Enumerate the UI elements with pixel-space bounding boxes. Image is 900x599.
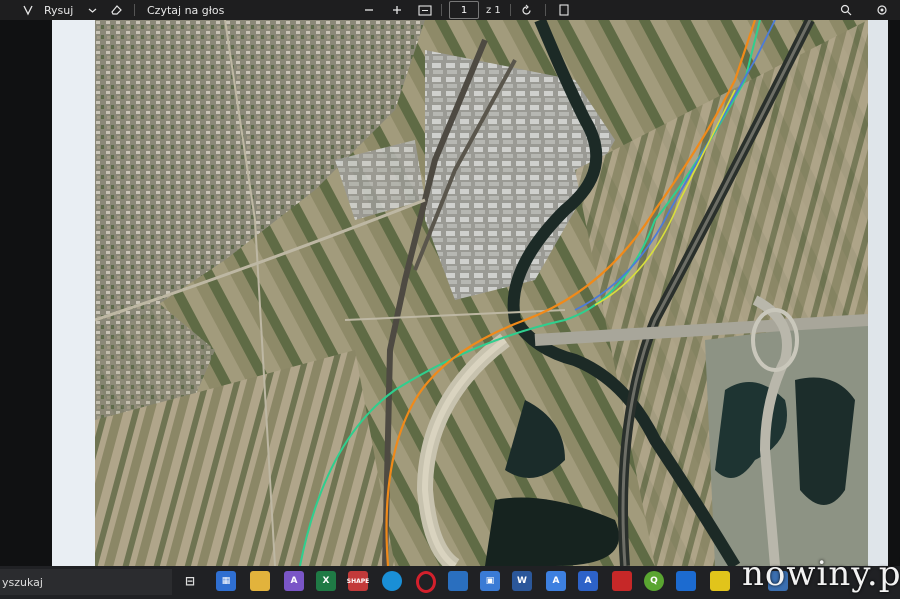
word-icon[interactable]: W xyxy=(512,571,532,591)
rotate-icon xyxy=(522,4,531,15)
app-e-icon[interactable] xyxy=(710,571,730,591)
aerial-map xyxy=(95,20,868,566)
page-number-input[interactable]: 1 xyxy=(449,1,479,19)
shape-label: SHAPE xyxy=(346,577,370,585)
watermark-logo: nowiny.pl xyxy=(742,554,900,594)
fit-page-button[interactable] xyxy=(418,0,432,20)
excel-icon[interactable]: X xyxy=(316,571,336,591)
app-d-icon[interactable] xyxy=(676,571,696,591)
read-aloud-button[interactable]: Czytaj na głos xyxy=(147,0,224,20)
aerial-map-image xyxy=(95,20,868,566)
eraser-icon xyxy=(111,5,122,15)
settings-icon xyxy=(877,5,887,15)
search-icon xyxy=(840,4,852,16)
draw-icon xyxy=(23,5,33,16)
task-view-icon[interactable]: ⊟ xyxy=(180,571,200,591)
erase-button[interactable] xyxy=(110,0,123,20)
two-page-icon xyxy=(559,4,569,16)
draw-button[interactable]: Rysuj xyxy=(22,0,73,20)
app-c-icon[interactable] xyxy=(612,571,632,591)
font-a-icon[interactable]: A xyxy=(546,571,566,591)
zoom-out-button[interactable] xyxy=(364,0,374,20)
app-a-icon[interactable]: A xyxy=(284,571,304,591)
zoom-in-button[interactable] xyxy=(392,0,402,20)
pdf-toolbar: Rysuj Czytaj na głos 1 z 1 xyxy=(0,0,900,20)
draw-options-button[interactable] xyxy=(88,0,97,20)
edge-icon[interactable] xyxy=(382,571,402,591)
font-a2-icon[interactable]: A xyxy=(578,571,598,591)
save-icon[interactable]: ▣ xyxy=(480,571,500,591)
minus-icon xyxy=(365,9,373,11)
plus-icon xyxy=(393,6,401,14)
page-current: 1 xyxy=(460,4,468,16)
page-view-button[interactable] xyxy=(558,0,570,20)
read-aloud-label: Czytaj na głos xyxy=(147,3,225,17)
opera-icon[interactable] xyxy=(416,571,436,593)
page-margin-right xyxy=(868,20,888,566)
qgis-icon[interactable]: Q xyxy=(644,571,664,591)
draw-label: Rysuj xyxy=(44,3,74,17)
page-margin xyxy=(52,20,98,566)
taskbar-search-label: yszukaj xyxy=(2,575,43,589)
file-explorer-icon[interactable] xyxy=(250,571,270,591)
taskbar-search[interactable]: yszukaj xyxy=(0,569,172,595)
settings-button[interactable] xyxy=(876,0,888,20)
fit-page-icon xyxy=(418,4,432,16)
page-total: z 1 xyxy=(486,4,501,16)
chevron-down-icon xyxy=(88,8,97,13)
app-b-icon[interactable] xyxy=(448,571,468,591)
rotate-button[interactable] xyxy=(520,0,533,20)
search-button[interactable] xyxy=(840,0,852,20)
start-menu-icon[interactable]: ▦ xyxy=(216,571,236,591)
shape-icon[interactable]: SHAPE xyxy=(346,571,370,591)
